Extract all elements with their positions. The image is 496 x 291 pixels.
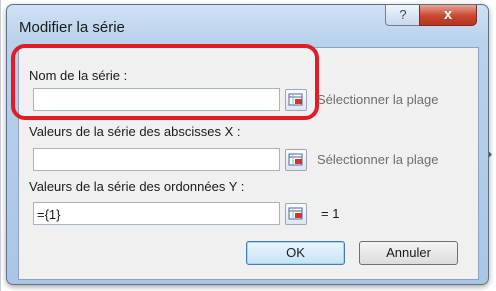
- close-icon: x: [443, 6, 453, 23]
- background-gridline: [0, 0, 1, 291]
- close-button[interactable]: x: [419, 5, 477, 26]
- range-picker-icon: [288, 153, 303, 166]
- cancel-button[interactable]: Annuler: [359, 241, 458, 265]
- y-values-label: Valeurs de la série des ordonnées Y :: [29, 179, 245, 194]
- series-name-range-picker[interactable]: [285, 89, 307, 111]
- dialog-title: Modifier la série: [19, 19, 125, 36]
- series-name-hint: Sélectionner la plage: [317, 92, 439, 107]
- y-values-result: = 1: [321, 206, 340, 221]
- x-values-input[interactable]: [33, 148, 280, 171]
- help-button[interactable]: ?: [385, 5, 421, 26]
- series-name-input[interactable]: [33, 88, 280, 111]
- ok-button[interactable]: OK: [246, 241, 345, 265]
- x-values-label: Valeurs de la série des abscisses X :: [29, 124, 241, 139]
- x-values-range-picker[interactable]: [285, 149, 307, 171]
- help-icon: ?: [399, 7, 407, 22]
- dialog-body: Nom de la série : Sélectionner la plage …: [18, 47, 479, 280]
- range-picker-icon: [288, 207, 303, 220]
- modify-series-dialog: Modifier la série ? x Nom de la série : …: [6, 4, 489, 285]
- y-values-input[interactable]: ={1}: [33, 202, 280, 225]
- series-name-label: Nom de la série :: [29, 68, 128, 83]
- range-picker-icon: [288, 93, 303, 106]
- y-values-range-picker[interactable]: [285, 203, 307, 225]
- x-values-hint: Sélectionner la plage: [317, 152, 439, 167]
